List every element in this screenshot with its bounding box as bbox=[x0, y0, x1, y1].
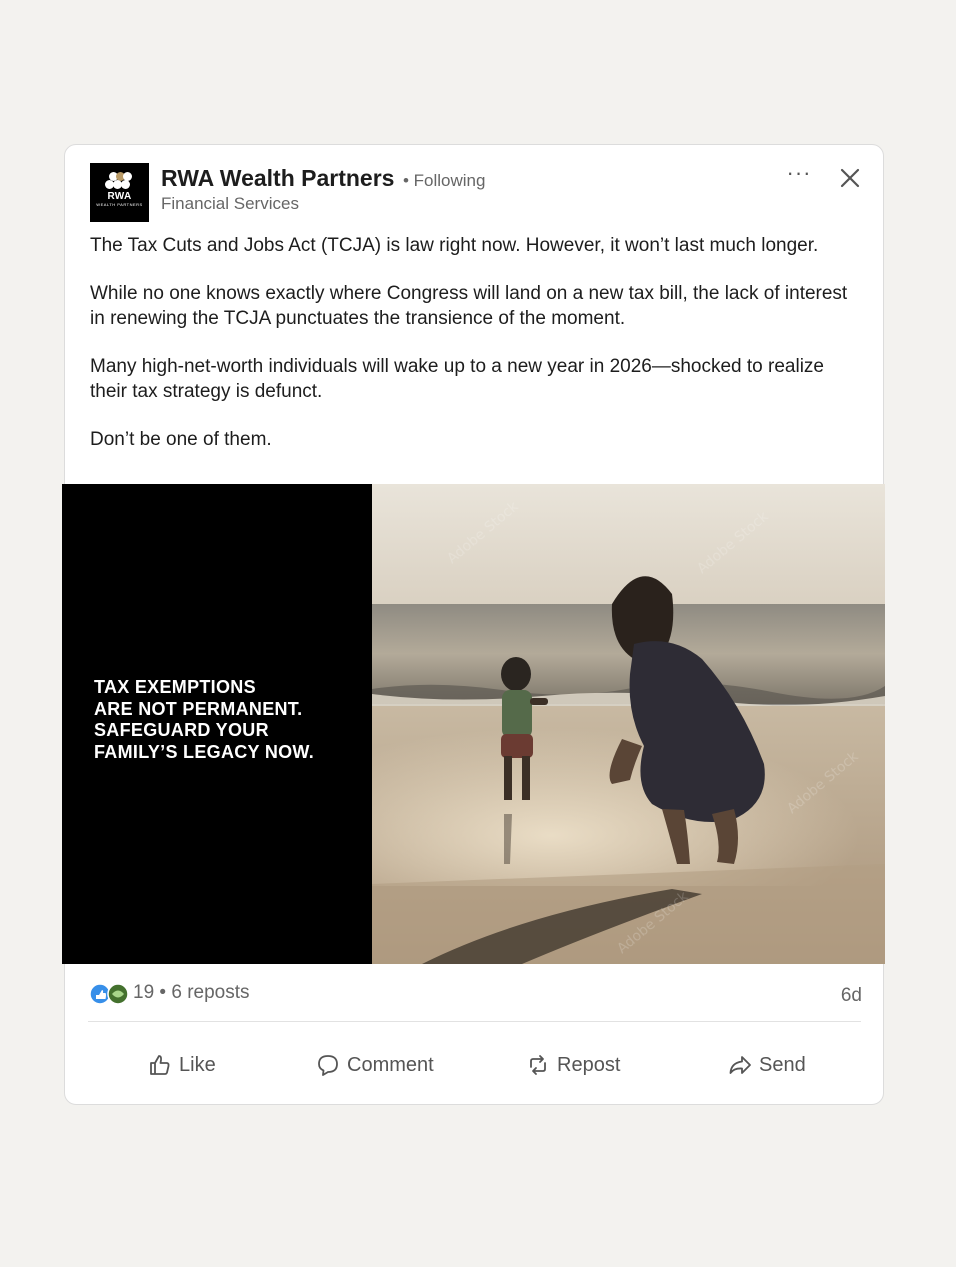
repost-label: Repost bbox=[557, 1053, 621, 1076]
comment-bubble-icon bbox=[318, 1055, 338, 1076]
post-paragraph: While no one knows exactly where Congres… bbox=[90, 283, 848, 329]
close-icon bbox=[840, 168, 860, 188]
headline-line: FAMILY’S LEGACY NOW. bbox=[94, 741, 315, 762]
follow-status: • Following bbox=[402, 171, 486, 190]
send-button[interactable]: Send bbox=[728, 1043, 806, 1087]
logo-mark bbox=[105, 172, 135, 192]
comment-button[interactable]: Comment bbox=[316, 1043, 434, 1087]
reaction-count: 19 bbox=[133, 982, 155, 1003]
beach-photo: Adobe Stock Adobe Stock Adobe Stock Adob… bbox=[372, 484, 885, 964]
thumbs-up-icon bbox=[150, 1055, 170, 1075]
divider bbox=[88, 1021, 861, 1022]
close-button[interactable] bbox=[835, 163, 865, 193]
post-card: RWA WEALTH PARTNERS RWA Wealth Partners … bbox=[62, 144, 885, 1105]
send-label: Send bbox=[759, 1053, 806, 1076]
action-bar: Like Comment Repost Send bbox=[88, 1043, 861, 1087]
company-name[interactable]: RWA Wealth Partners bbox=[161, 165, 394, 191]
repost-button[interactable]: Repost bbox=[526, 1043, 620, 1087]
reaction-icons[interactable] bbox=[90, 983, 132, 1005]
send-arrow-icon bbox=[729, 1056, 751, 1074]
logo-text: RWA bbox=[107, 191, 132, 202]
like-label: Like bbox=[179, 1053, 216, 1076]
headline-line: TAX EXEMPTIONS bbox=[94, 677, 256, 697]
post-paragraph: The Tax Cuts and Jobs Act (TCJA) is law … bbox=[90, 235, 819, 256]
post-paragraph: Many high-net-worth individuals will wak… bbox=[90, 356, 824, 402]
logo-subtext: WEALTH PARTNERS bbox=[96, 202, 143, 207]
company-line: RWA Wealth Partners • Following bbox=[161, 165, 485, 192]
comment-label: Comment bbox=[347, 1053, 434, 1076]
social-counts: 19 • 6 reposts 6d bbox=[90, 981, 862, 1007]
post-timestamp: 6d bbox=[840, 985, 862, 1006]
post-paragraph: Don’t be one of them. bbox=[90, 429, 272, 450]
repost-count: • 6 reposts bbox=[159, 982, 250, 1003]
headline-line: SAFEGUARD YOUR bbox=[94, 720, 269, 740]
more-options-button[interactable]: ··· bbox=[782, 160, 816, 189]
post-header: RWA WEALTH PARTNERS RWA Wealth Partners … bbox=[90, 160, 860, 223]
company-industry: Financial Services bbox=[161, 194, 299, 213]
post-text: The Tax Cuts and Jobs Act (TCJA) is law … bbox=[90, 233, 865, 475]
reaction-count-line[interactable]: 19 • 6 reposts bbox=[133, 982, 250, 1004]
repost-arrows-icon bbox=[530, 1055, 546, 1075]
post-image[interactable]: TAX EXEMPTIONS ARE NOT PERMANENT. SAFEGU… bbox=[62, 484, 885, 964]
company-logo[interactable]: RWA WEALTH PARTNERS bbox=[90, 163, 149, 222]
like-button[interactable]: Like bbox=[148, 1043, 216, 1087]
image-text-panel: TAX EXEMPTIONS ARE NOT PERMANENT. SAFEGU… bbox=[62, 484, 372, 964]
ellipsis-icon: ··· bbox=[786, 160, 812, 185]
headline-line: ARE NOT PERMANENT. bbox=[94, 698, 303, 719]
image-headline: TAX EXEMPTIONS ARE NOT PERMANENT. SAFEGU… bbox=[94, 677, 364, 763]
